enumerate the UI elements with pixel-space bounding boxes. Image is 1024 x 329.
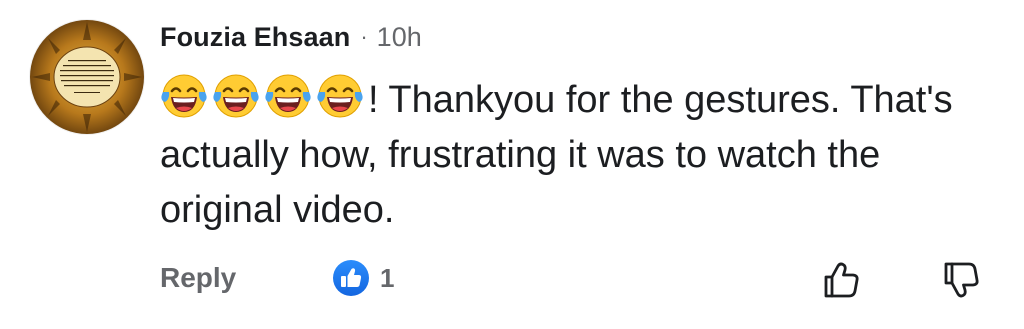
reaction-count: 1 xyxy=(380,262,395,293)
timestamp[interactable]: 10h xyxy=(377,22,422,53)
comment-actions: Reply 1 xyxy=(160,258,990,304)
comment-header: Fouzia Ehsaan · 10h xyxy=(160,22,422,62)
face-with-tears-of-joy-icon xyxy=(212,72,260,120)
reaction-summary[interactable]: 1 xyxy=(332,258,394,298)
thumbs-up-icon[interactable] xyxy=(820,258,864,302)
avatar[interactable] xyxy=(30,20,144,134)
reply-button[interactable]: Reply xyxy=(160,262,236,294)
face-with-tears-of-joy-icon xyxy=(316,72,364,120)
comment-body: ! Thankyou for the gestures. That's actu… xyxy=(160,72,1010,238)
author-name[interactable]: Fouzia Ehsaan xyxy=(160,22,350,53)
face-with-tears-of-joy-icon xyxy=(160,72,208,120)
face-with-tears-of-joy-icon xyxy=(264,72,312,120)
like-icon xyxy=(333,260,369,296)
meta-separator: · xyxy=(360,24,368,49)
thumbs-down-icon[interactable] xyxy=(940,258,984,302)
